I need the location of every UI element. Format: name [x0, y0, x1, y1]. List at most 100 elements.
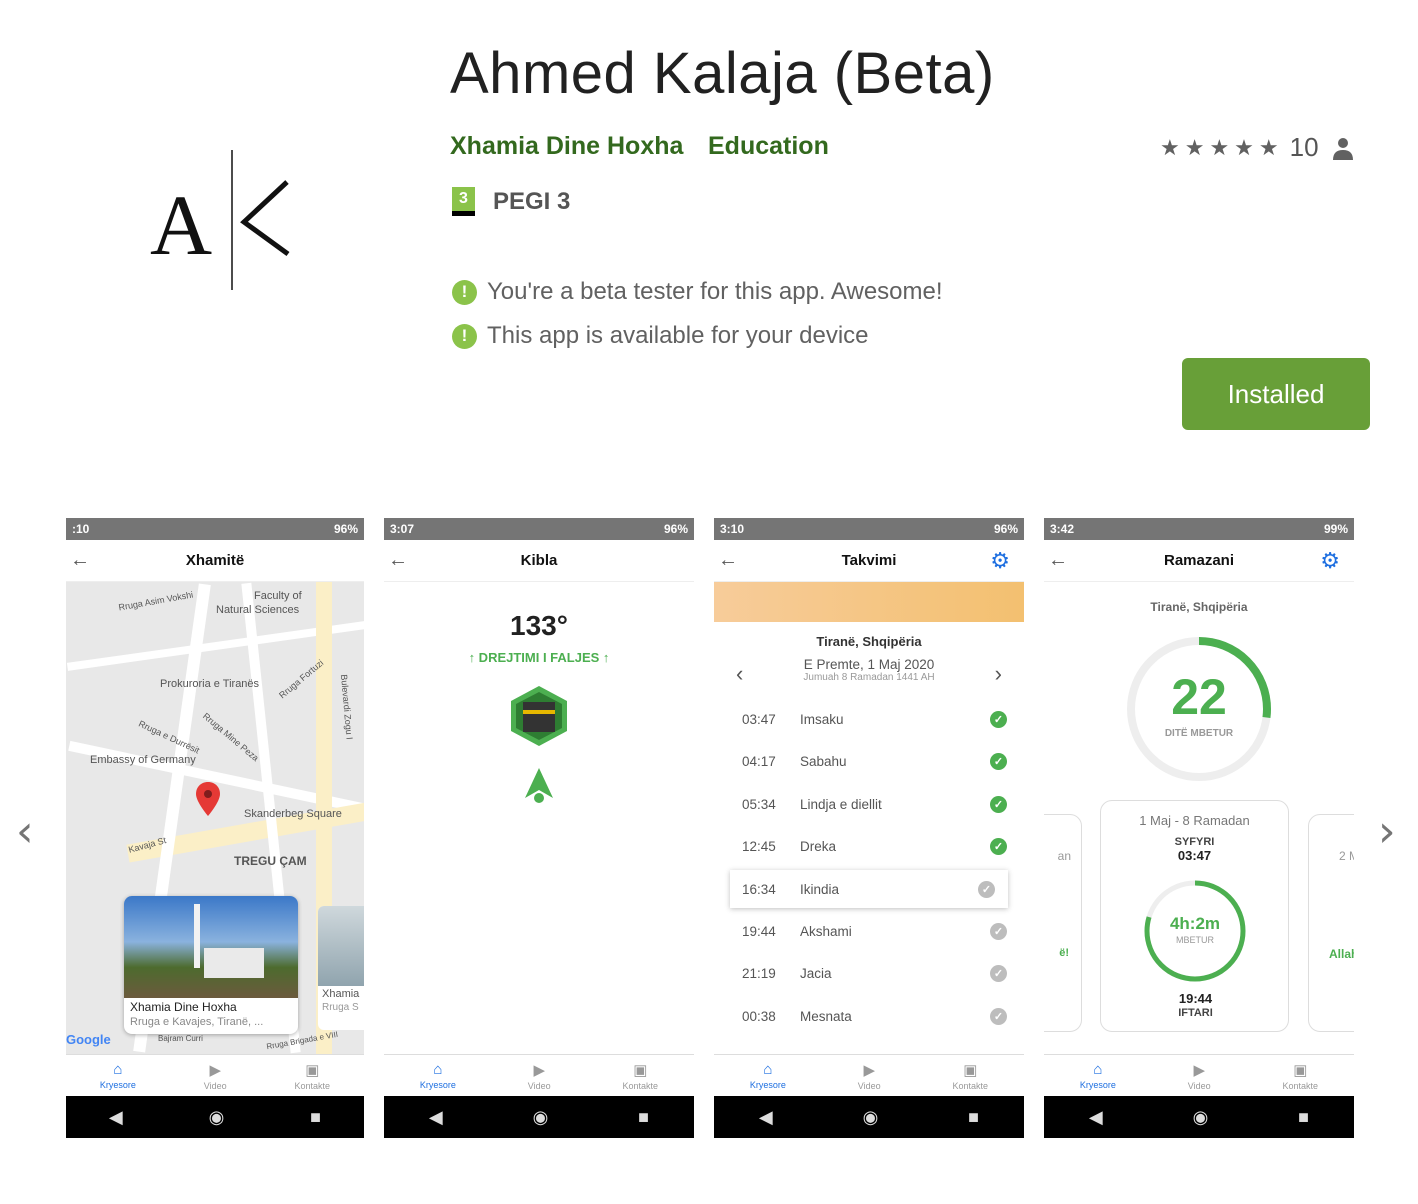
prayer-row: 16:34 Ikindia ✓: [730, 870, 1008, 908]
nav-contact[interactable]: ▣ Kontakte: [623, 1061, 659, 1091]
prev-screenshot-arrow-icon[interactable]: ‹: [16, 806, 34, 857]
prev-day-card[interactable]: an ë!: [1044, 814, 1082, 1032]
check-icon: ✓: [990, 710, 1007, 728]
back-arrow-icon[interactable]: ←: [388, 549, 408, 572]
compass-needle-icon: [525, 768, 553, 803]
check-icon: ✓: [990, 922, 1007, 940]
check-icon: ✓: [990, 838, 1007, 856]
system-nav: ◀ ◉ ■: [714, 1096, 1024, 1138]
location: Tiranë, Shqipëria: [1150, 600, 1248, 614]
nav-home[interactable]: ⌂ Kryesore: [750, 1061, 786, 1090]
today-card[interactable]: 1 Maj - 8 Ramadan SYFYRI 03:47 4h:2m MBE…: [1100, 800, 1289, 1032]
prayer-list: 03:47 Imsaku ✓ 04:17 Sabahu ✓ 05:34 Lindja e di…: [714, 698, 1024, 1038]
check-icon: ✓: [978, 880, 995, 898]
days-remaining-label: DITË MBETUR: [1164, 728, 1234, 739]
prayer-name: Dreka: [800, 839, 837, 855]
app-logo: A: [150, 150, 290, 290]
gear-icon[interactable]: ⚙: [1320, 548, 1340, 574]
pegi-icon: 3: [452, 187, 475, 216]
bottom-nav: ⌂ Kryesore ▶ Video ▣ Kontakte: [714, 1054, 1024, 1096]
category-link[interactable]: Education: [708, 132, 829, 161]
nav-contact[interactable]: ▣ Kontakte: [953, 1061, 989, 1091]
screen-title: Ramazani: [1163, 552, 1235, 569]
prayer-time: 19:44: [742, 923, 776, 939]
suhoor-label: SYFYRI: [1174, 836, 1215, 848]
days-remaining: 22: [1171, 669, 1227, 725]
device-notice-text: This app is available for your device: [487, 322, 869, 349]
prayer-name: Ikindia: [800, 881, 840, 897]
briefcase-icon: ▣: [1293, 1061, 1308, 1079]
home-icon: ⌂: [763, 1061, 773, 1078]
nav-home[interactable]: ⌂ Kryesore: [420, 1061, 456, 1090]
installed-button[interactable]: Installed: [1182, 358, 1370, 430]
info-icon: !: [452, 279, 477, 305]
screenshot-ramadan[interactable]: 3:42 99% ← Ramazani ⚙ Tiranë, Shqipëria 22 …: [1044, 518, 1354, 1138]
back-icon: ◀: [1088, 1106, 1103, 1127]
status-bar: 3:07 96%: [384, 518, 694, 540]
bottom-nav: ⌂ Kryesore ▶ Video ▣ Kontakte: [384, 1054, 694, 1096]
home-icon: ⌂: [433, 1061, 443, 1078]
mosque-card-next[interactable]: Xhamia Rruga S: [318, 906, 364, 1030]
prayer-time: 03:47: [742, 711, 776, 727]
beta-notice-text: You're a beta tester for this app. Aweso…: [487, 278, 943, 305]
home-circle-icon: ◉: [208, 1106, 225, 1127]
nav-video[interactable]: ▶ Video: [528, 1061, 551, 1091]
next-screenshot-arrow-icon[interactable]: ›: [1378, 806, 1396, 857]
qibla-direction-label: ↑ DREJTIMI I FALJES ↑: [468, 650, 610, 665]
rating-count: 10: [1289, 132, 1319, 162]
screen-title: Takvimi: [841, 552, 897, 569]
mosque-card-title: Xhamia Dine Hoxha: [130, 1000, 237, 1014]
header-banner: [714, 582, 1024, 622]
nav-video[interactable]: ▶ Video: [858, 1061, 881, 1091]
next-day-card[interactable]: 2 M Allah: [1308, 814, 1354, 1032]
briefcase-icon: ▣: [963, 1061, 978, 1079]
screenshot-calendar[interactable]: 3:10 96% ← Takvimi ⚙ Tiranë, Shqipëria ‹ E …: [714, 518, 1024, 1138]
prayer-time: 12:45: [742, 839, 776, 855]
prayer-name: Lindja e diellit: [800, 796, 882, 812]
home-icon: ⌂: [1093, 1061, 1103, 1078]
prayer-time: 05:34: [742, 796, 776, 812]
beta-notice: ! You're a beta tester for this app. Awe…: [452, 278, 943, 306]
play-icon: ▶: [209, 1061, 221, 1079]
next-day-chevron-icon[interactable]: ›: [995, 661, 1002, 687]
prev-day-chevron-icon[interactable]: ‹: [736, 661, 743, 687]
date-selector: ‹ E Premte, 1 Maj 2020 Jumuah 8 Ramadan …: [714, 657, 1024, 697]
prayer-row: 12:45 Dreka ✓: [714, 826, 1024, 869]
check-icon: ✓: [990, 795, 1007, 813]
mosque-card[interactable]: Xhamia Dine Hoxha Rruga e Kavajes, Tiran…: [124, 896, 298, 1034]
iftar-label: IFTARI: [1178, 1007, 1213, 1019]
prayer-row: 03:47 Imsaku ✓: [714, 698, 1024, 741]
nav-contact[interactable]: ▣ Kontakte: [1283, 1061, 1319, 1091]
back-arrow-icon[interactable]: ←: [1048, 549, 1068, 572]
svg-text:A: A: [150, 177, 212, 273]
home-icon: ⌂: [113, 1061, 123, 1078]
gear-icon[interactable]: ⚙: [990, 548, 1010, 574]
system-nav: ◀ ◉ ■: [1044, 1096, 1354, 1138]
date-hijri: Jumuah 8 Ramadan 1441 AH: [803, 672, 935, 683]
status-bar: 3:42 99%: [1044, 518, 1354, 540]
prayer-row: 19:44 Akshami ✓: [714, 910, 1024, 953]
screenshot-qibla[interactable]: 3:07 96% ← Kibla 133° ↑ DREJTIMI I FALJES …: [384, 518, 694, 1138]
system-nav: ◀ ◉ ■: [384, 1096, 694, 1138]
nav-home[interactable]: ⌂ Kryesore: [100, 1061, 136, 1090]
recents-icon: ■: [968, 1106, 980, 1127]
back-arrow-icon[interactable]: ←: [718, 549, 738, 572]
prayer-row: 00:38 Mesnata ✓: [714, 995, 1024, 1038]
prayer-row: 05:34 Lindja e diellit ✓: [714, 783, 1024, 826]
system-nav: ◀ ◉ ■: [66, 1096, 364, 1138]
map-pin-icon[interactable]: [196, 782, 220, 816]
back-arrow-icon[interactable]: ←: [70, 549, 90, 572]
developer-link[interactable]: Xhamia Dine Hoxha: [450, 132, 683, 161]
app-title: Ahmed Kalaja (Beta): [450, 41, 995, 106]
screenshot-mosques[interactable]: :10 96% ← Xhamitë Rruga Asim Vokshi Facult…: [66, 518, 364, 1138]
nav-contact[interactable]: ▣ Kontakte: [295, 1061, 331, 1091]
suhoor-time: 03:47: [1177, 848, 1212, 863]
screen-title: Kibla: [520, 552, 558, 569]
prayer-row: 04:17 Sabahu ✓: [714, 741, 1024, 784]
nav-video[interactable]: ▶ Video: [1188, 1061, 1211, 1091]
card-date: 1 Maj - 8 Ramadan: [1139, 813, 1250, 828]
map-view[interactable]: Rruga Asim Vokshi Faculty of Natural Sci…: [66, 582, 364, 1054]
nav-home[interactable]: ⌂ Kryesore: [1080, 1061, 1116, 1090]
status-bar: 3:10 96%: [714, 518, 1024, 540]
nav-video[interactable]: ▶ Video: [204, 1061, 227, 1091]
